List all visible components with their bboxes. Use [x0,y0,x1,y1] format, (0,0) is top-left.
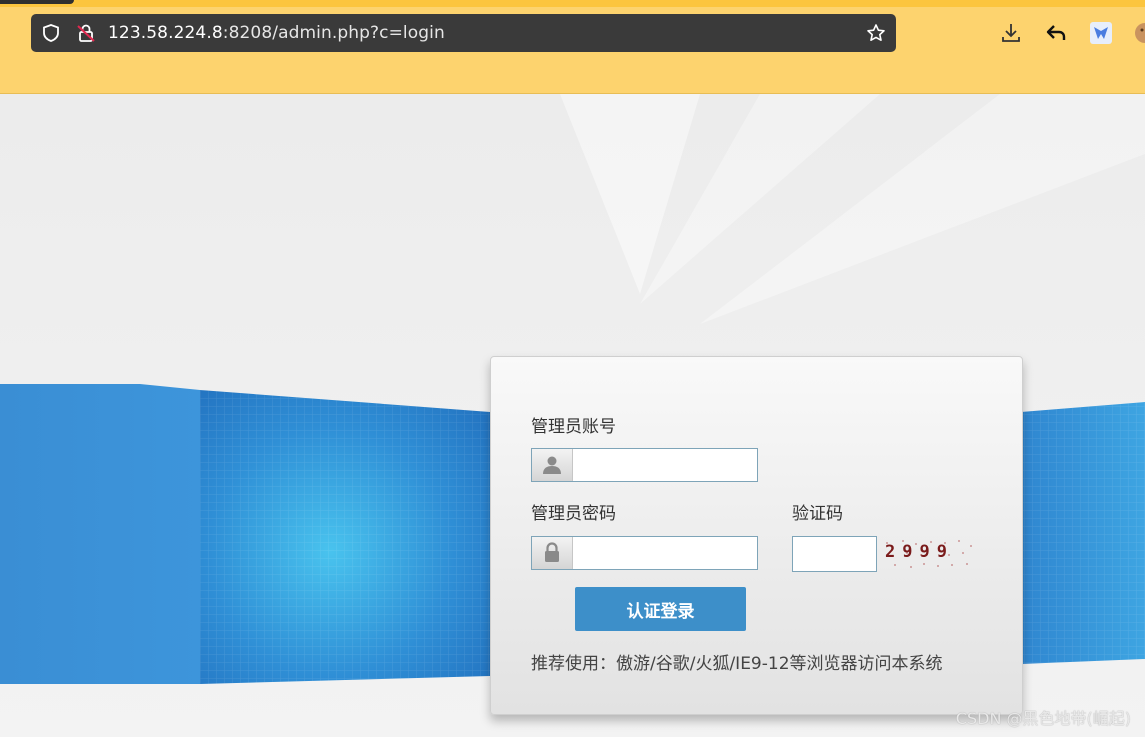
back-icon[interactable] [1044,21,1068,45]
username-label: 管理员账号 [531,417,616,437]
watermark: CSDN @黑色地带(崛起) [955,709,1131,728]
browser-recommendation: 推荐使用：傲游/谷歌/火狐/IE9-12等浏览器访问本系统 [531,654,943,674]
url-text[interactable]: 123.58.224.8:8208/admin.php?c=login [108,23,445,43]
username-field[interactable] [531,448,758,482]
captcha-label: 验证码 [792,504,843,524]
tab-strip-edge [0,0,74,4]
download-icon[interactable] [999,21,1023,45]
user-icon [532,449,573,481]
password-input[interactable] [573,537,757,569]
star-icon[interactable] [866,23,886,43]
address-bar[interactable]: 123.58.224.8:8208/admin.php?c=login [31,14,896,52]
cookie-icon[interactable] [1133,21,1145,45]
captcha-input[interactable] [792,536,877,572]
login-button[interactable]: 认证登录 [575,587,746,631]
captcha-code: 2999 [885,542,954,562]
url-host: 123.58.224.8 [108,23,223,43]
extension-icon[interactable] [1089,21,1113,45]
login-card: 管理员账号 管理员密码 验证码 2999 认证登录 推荐使用：傲游/谷歌/火狐/… [490,356,1023,715]
password-field[interactable] [531,536,758,570]
password-label: 管理员密码 [531,504,616,524]
padlock-icon [532,537,573,569]
lock-insecure-icon[interactable] [76,23,96,43]
toolbar-top-strip [0,0,1145,7]
captcha-image[interactable]: 2999 [883,538,975,570]
browser-toolbar: 123.58.224.8:8208/admin.php?c=login [0,0,1145,94]
shield-icon[interactable] [41,23,61,43]
login-page: 管理员账号 管理员密码 验证码 2999 认证登录 推荐使用：傲游/谷歌/火狐/… [0,94,1145,737]
username-input[interactable] [573,449,757,481]
url-path: :8208/admin.php?c=login [222,23,445,43]
